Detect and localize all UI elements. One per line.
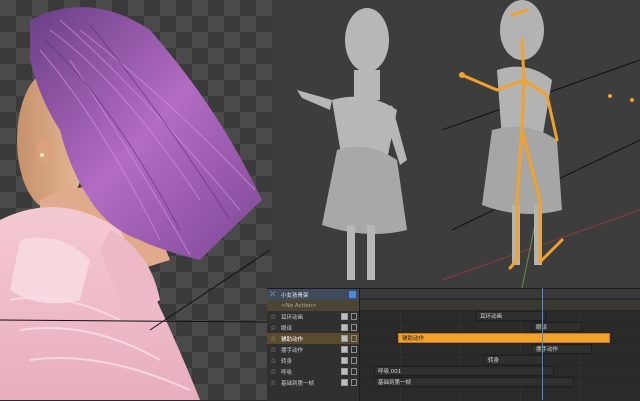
lock-icon[interactable] — [351, 368, 357, 375]
track-name: 摆手动作 — [281, 347, 304, 354]
nla-strip-active[interactable]: 辅助动作 — [398, 333, 610, 343]
lane: 辅助动作 — [360, 333, 640, 344]
track-checkbox[interactable] — [341, 379, 348, 386]
rendered-character-image — [0, 7, 271, 400]
track-name: <No Action> — [281, 302, 317, 309]
track-name: 小女孩骨架 — [281, 292, 309, 299]
nla-strip[interactable]: 呼吸.001 — [374, 366, 554, 376]
lane: 摆手动作 — [360, 344, 640, 355]
lane: 眼译 — [360, 322, 640, 333]
nla-strip-area[interactable]: 耳环动画 眼译 辅助动作 摆手动作 转身 呼吸.001 基础到第一帧 — [360, 289, 640, 401]
track-checkbox[interactable] — [341, 368, 348, 375]
nla-track-list: ⛌ 小女孩骨架 <No Action> ☆ 耳环动画 ☆ 眼译 ☆ 辅助动作 ☆… — [267, 289, 360, 401]
track-checkbox[interactable] — [341, 335, 348, 342]
track-checkbox[interactable] — [341, 346, 348, 353]
track-row[interactable]: ☆ 基础到第一帧 — [267, 377, 359, 388]
armature-icon: ⛌ — [270, 290, 276, 298]
track-checkbox[interactable] — [341, 313, 348, 320]
nla-strip[interactable]: 耳环动画 — [476, 311, 546, 321]
track-row[interactable]: ☆ 转身 — [267, 355, 359, 366]
star-icon[interactable]: ☆ — [270, 357, 278, 365]
lock-icon[interactable] — [351, 324, 357, 331]
track-row[interactable]: ☆ 摆手动作 — [267, 344, 359, 355]
lock-icon[interactable] — [351, 313, 357, 320]
nla-strip[interactable]: 摆手动作 — [532, 344, 592, 354]
track-row-active[interactable]: ☆ 辅助动作 — [267, 333, 359, 344]
lane: 转身 — [360, 355, 640, 366]
track-row-no-action[interactable]: <No Action> — [267, 300, 359, 311]
nla-strip[interactable]: 转身 — [484, 355, 544, 365]
viewport-scene — [297, 0, 640, 288]
track-name: 耳环动画 — [281, 314, 304, 321]
star-icon[interactable]: ☆ — [270, 379, 278, 387]
track-row[interactable]: ☆ 眼译 — [267, 322, 359, 333]
track-name: 基础到第一帧 — [281, 380, 315, 387]
lane-no-action — [360, 300, 640, 311]
nla-strip[interactable]: 眼译 — [532, 322, 582, 332]
lane: 呼吸.001 — [360, 366, 640, 377]
track-checkbox[interactable] — [349, 291, 356, 298]
star-icon[interactable]: ☆ — [270, 324, 278, 332]
grey-sculpt-model — [297, 8, 407, 280]
nla-editor[interactable]: ⛌ 小女孩骨架 <No Action> ☆ 耳环动画 ☆ 眼译 ☆ 辅助动作 ☆… — [267, 288, 640, 401]
track-row[interactable]: ☆ 耳环动画 — [267, 311, 359, 322]
lock-icon[interactable] — [351, 335, 357, 342]
lock-icon[interactable] — [351, 346, 357, 353]
track-row[interactable]: ☆ 呼吸 — [267, 366, 359, 377]
lane: 基础到第一帧 — [360, 377, 640, 388]
3d-viewport[interactable] — [272, 0, 640, 288]
star-icon[interactable]: ☆ — [270, 335, 278, 343]
star-icon[interactable]: ☆ — [270, 346, 278, 354]
timeline-ruler[interactable] — [360, 289, 640, 298]
lock-icon[interactable] — [351, 379, 357, 386]
track-checkbox[interactable] — [341, 324, 348, 331]
track-checkbox[interactable] — [341, 357, 348, 364]
track-name: 眼译 — [281, 325, 293, 332]
star-icon[interactable]: ☆ — [270, 313, 278, 321]
track-name: 转身 — [281, 358, 293, 365]
lock-icon[interactable] — [351, 357, 357, 364]
lane: 耳环动画 — [360, 311, 640, 322]
star-icon[interactable]: ☆ — [270, 368, 278, 376]
playhead[interactable] — [542, 288, 543, 400]
nla-strip[interactable]: 基础到第一帧 — [374, 377, 574, 387]
track-name: 辅助动作 — [281, 336, 304, 343]
track-name: 呼吸 — [281, 369, 293, 376]
track-row-armature[interactable]: ⛌ 小女孩骨架 — [267, 289, 359, 300]
render-preview-panel — [0, 0, 272, 400]
